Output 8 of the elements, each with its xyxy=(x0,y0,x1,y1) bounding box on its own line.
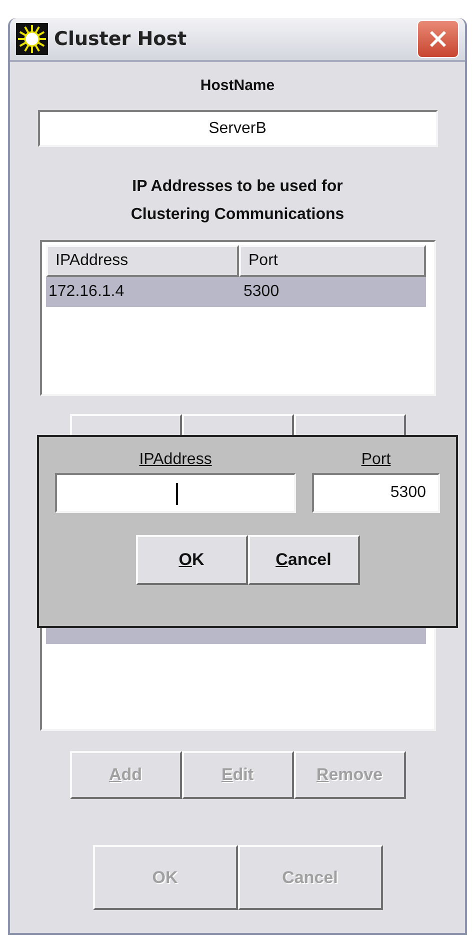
hostname-label: HostName xyxy=(200,76,275,96)
section-heading: Clustering Communications xyxy=(130,205,344,225)
window-title: Cluster Host xyxy=(54,28,188,50)
field-label: IPAddress xyxy=(139,451,212,469)
table-cell-text: 172.16.1.4 xyxy=(48,283,126,301)
field-label: Port xyxy=(361,451,391,469)
section-heading: IP Addresses to be used for xyxy=(131,177,344,197)
table-cell-text: 5300 xyxy=(242,283,280,301)
